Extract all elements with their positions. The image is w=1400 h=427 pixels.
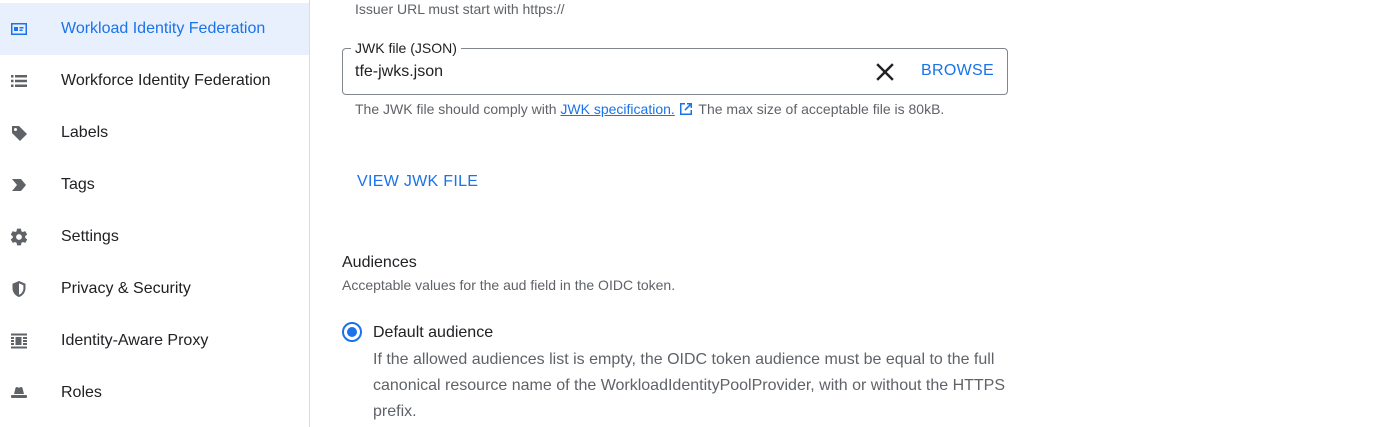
jwk-help-suffix: The max size of acceptable file is 80kB. [694, 101, 945, 117]
jwk-file-field[interactable]: JWK file (JSON) tfe-jwks.json BROWSE [342, 40, 1008, 95]
clear-file-button[interactable] [873, 60, 897, 84]
sidebar: Workload Identity Federation Workforce I… [0, 0, 310, 427]
sidebar-item-settings[interactable]: Settings [0, 211, 309, 263]
sidebar-item-label: Privacy & Security [61, 280, 191, 297]
sidebar-item-label: Labels [61, 124, 109, 141]
label-tag-icon [9, 123, 29, 143]
issuer-url-helper-text: Issuer URL must start with https:// [355, 1, 565, 17]
jwk-file-label: JWK file (JSON) [351, 40, 461, 56]
jwk-specification-link[interactable]: JWK specification. [560, 101, 674, 117]
jwk-help-prefix: The JWK file should comply with [355, 101, 561, 117]
gear-icon [9, 227, 29, 247]
sidebar-item-identity-aware-proxy[interactable]: Identity-Aware Proxy [0, 315, 309, 367]
sidebar-item-roles[interactable]: Roles [0, 367, 309, 419]
sidebar-item-label: Workforce Identity Federation [61, 72, 271, 89]
sidebar-item-label: Settings [61, 228, 119, 245]
view-jwk-file-button[interactable]: VIEW JWK FILE [357, 173, 478, 191]
default-audience-radio[interactable] [342, 322, 362, 342]
sidebar-item-label: Workload Identity Federation [61, 20, 266, 37]
external-link-icon [679, 101, 693, 115]
main-content: Issuer URL must start with https:// JWK … [310, 0, 1400, 427]
sidebar-item-workload-identity-federation[interactable]: Workload Identity Federation [0, 3, 309, 55]
jwk-file-help-text: The JWK file should comply with JWK spec… [355, 99, 995, 120]
sidebar-item-label: Tags [61, 176, 95, 193]
sidebar-item-label: Roles [61, 384, 102, 401]
list-icon [9, 71, 29, 91]
jwk-file-value: tfe-jwks.json [355, 63, 444, 80]
shield-icon [9, 279, 29, 299]
audiences-title: Audiences [342, 254, 417, 271]
default-audience-label[interactable]: Default audience [373, 324, 493, 342]
sidebar-item-labels[interactable]: Labels [0, 107, 309, 159]
audiences-description: Acceptable values for the aud field in t… [342, 277, 676, 293]
sidebar-item-label: Identity-Aware Proxy [61, 332, 209, 349]
default-audience-description: If the allowed audiences list is empty, … [373, 351, 1006, 420]
sidebar-item-tags[interactable]: Tags [0, 159, 309, 211]
proxy-icon [9, 331, 29, 351]
hat-icon [9, 383, 29, 403]
id-card-icon [9, 19, 29, 39]
sidebar-item-privacy-security[interactable]: Privacy & Security [0, 263, 309, 315]
browse-button[interactable]: BROWSE [921, 62, 994, 80]
tag-chevron-icon [9, 175, 29, 195]
sidebar-item-workforce-identity-federation[interactable]: Workforce Identity Federation [0, 55, 309, 107]
close-icon [876, 63, 894, 81]
